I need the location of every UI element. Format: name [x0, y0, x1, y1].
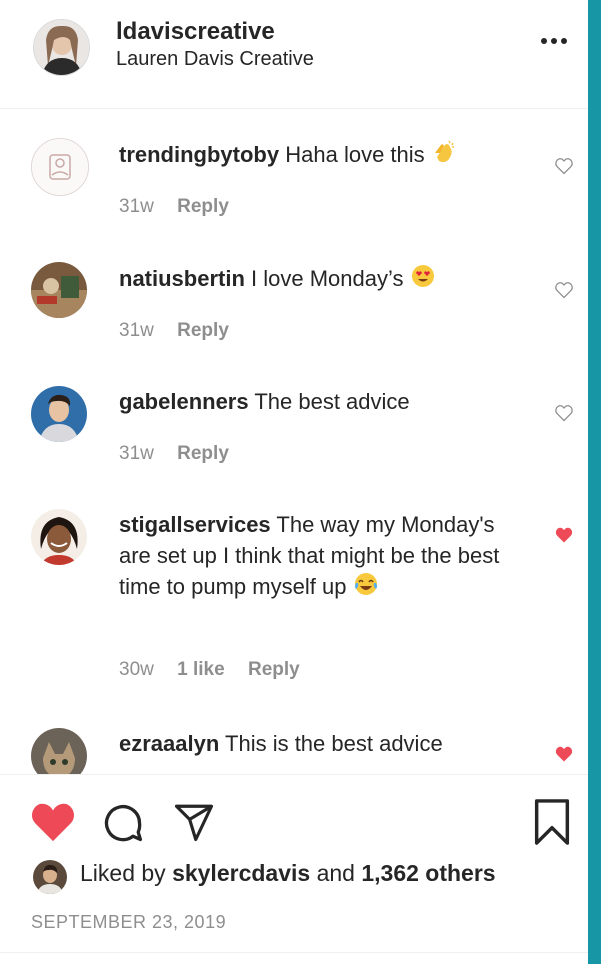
comment-text: stigallservices The way my Monday's are …	[119, 509, 524, 605]
comment-time: 31w	[119, 320, 154, 341]
heart-outline-icon[interactable]	[554, 280, 574, 300]
comment-text: gabelenners The best advice	[119, 386, 524, 417]
comment-text: natiusbertin I love Monday’s	[119, 263, 524, 297]
comment-body: I love Monday’s	[251, 266, 404, 291]
likes-joiner: and	[316, 860, 355, 886]
post-header: ldaviscreative Lauren Davis Creative	[0, 0, 588, 109]
comment-like-count[interactable]: 1 like	[177, 659, 225, 680]
author-display-name: Lauren Davis Creative	[116, 48, 314, 70]
comment-username[interactable]: stigallservices	[119, 512, 271, 537]
reply-button[interactable]: Reply	[177, 196, 229, 217]
comment-meta: 31w Reply	[119, 443, 229, 465]
comment-body: This is the best advice	[225, 731, 443, 756]
likes-count-link[interactable]: 1,362 others	[361, 860, 495, 886]
comment-username[interactable]: natiusbertin	[119, 266, 245, 291]
comment-username[interactable]: trendingbytoby	[119, 142, 279, 167]
likes-summary: Liked by skylercdavis and 1,362 others	[80, 860, 496, 887]
heart-filled-icon[interactable]	[554, 744, 574, 764]
heart-filled-icon[interactable]	[30, 801, 76, 843]
commenter-avatar[interactable]	[31, 138, 89, 196]
liker-avatar[interactable]	[33, 860, 67, 894]
tears-of-joy-emoji-icon	[353, 571, 379, 605]
heart-filled-icon[interactable]	[554, 525, 574, 545]
comment-meta: 30w 1 like Reply	[119, 659, 300, 681]
comment-time: 30w	[119, 659, 154, 680]
comment-username[interactable]: ezraaalyn	[119, 731, 219, 756]
commenter-avatar[interactable]	[31, 728, 87, 774]
commenter-avatar[interactable]	[31, 509, 87, 565]
clapping-hands-emoji-icon	[431, 139, 457, 173]
reply-button[interactable]: Reply	[177, 320, 229, 341]
more-horizontal-icon[interactable]	[540, 30, 568, 56]
comment-body: The best advice	[254, 389, 410, 414]
reply-button[interactable]: Reply	[248, 659, 300, 680]
comment-body: Haha love this	[285, 142, 425, 167]
reply-button[interactable]: Reply	[177, 443, 229, 464]
commenter-avatar[interactable]	[31, 386, 87, 442]
heart-outline-icon[interactable]	[554, 156, 574, 176]
author-avatar[interactable]	[33, 19, 90, 76]
comment-time: 31w	[119, 443, 154, 464]
comment-time: 31w	[119, 196, 154, 217]
bookmark-icon[interactable]	[532, 799, 572, 845]
divider	[0, 952, 588, 953]
post-panel: ldaviscreative Lauren Davis Creative tre…	[0, 0, 588, 964]
liker-username[interactable]: skylercdavis	[172, 860, 310, 886]
comment-text: ezraaalyn This is the best advice	[119, 728, 524, 759]
heart-outline-icon[interactable]	[554, 403, 574, 423]
comment-text: trendingbytoby Haha love this	[119, 139, 524, 173]
comment-icon[interactable]	[101, 801, 145, 845]
comment-meta: 31w Reply	[119, 320, 229, 342]
heart-eyes-emoji-icon	[410, 263, 436, 297]
author-username[interactable]: ldaviscreative	[116, 18, 275, 46]
comment-meta: 31w Reply	[119, 196, 229, 218]
comments-list[interactable]: trendingbytoby Haha love this 31w Reply	[0, 109, 588, 774]
commenter-avatar[interactable]	[31, 262, 87, 318]
likes-prefix: Liked by	[80, 860, 166, 886]
share-icon[interactable]	[172, 801, 216, 843]
comment-username[interactable]: gabelenners	[119, 389, 249, 414]
post-date: SEPTEMBER 23, 2019	[31, 912, 227, 932]
